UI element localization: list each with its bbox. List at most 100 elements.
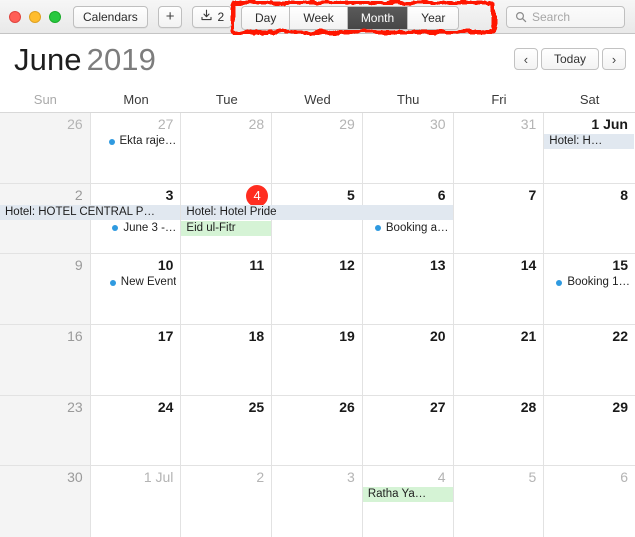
event-title: Eid ul-Fitr <box>186 221 236 234</box>
calendar-event[interactable]: Booking 1… <box>544 275 634 290</box>
day-number: 18 <box>248 327 265 344</box>
inbox-button[interactable]: 2 <box>192 5 233 28</box>
calendars-button-label: Calendars <box>83 9 138 24</box>
day-cell[interactable]: 13 <box>362 254 454 325</box>
view-tab-month[interactable]: Month <box>347 7 409 29</box>
day-number: 4 <box>246 184 269 207</box>
calendar-event[interactable]: Hotel: H… <box>544 134 634 149</box>
weekday-header-wed: Wed <box>304 91 331 107</box>
minimize-button[interactable] <box>29 10 41 23</box>
day-cell[interactable]: 24 <box>90 395 182 467</box>
window-controls <box>0 10 61 23</box>
search-input[interactable]: Search <box>506 6 625 28</box>
calendar-event[interactable]: Eid ul-Fitr <box>181 220 272 236</box>
weekday-header-tue: Tue <box>215 91 238 107</box>
day-cell[interactable]: 28 <box>181 113 273 184</box>
download-tray-icon <box>200 9 213 25</box>
event-dot-icon <box>374 225 381 232</box>
calendar-event[interactable]: Hotel: Hotel Pride <box>181 204 453 220</box>
day-cell[interactable]: 28 <box>453 395 545 467</box>
day-number: 8 <box>620 186 628 203</box>
event-title: Hotel: H… <box>549 135 603 147</box>
day-number: 4 <box>437 469 446 486</box>
day-number: 30 <box>67 469 83 486</box>
day-cell[interactable]: 26 <box>272 395 363 467</box>
day-cell[interactable]: 18 <box>181 324 273 396</box>
day-cell[interactable]: 19 <box>272 324 363 396</box>
day-cell[interactable]: 8 <box>544 183 635 255</box>
close-button[interactable] <box>9 10 21 23</box>
day-number: 5 <box>528 469 537 486</box>
weekday-header-sun: Sun <box>33 91 57 107</box>
day-cell[interactable]: 12 <box>272 254 363 325</box>
add-event-button[interactable]: + <box>157 5 183 28</box>
calendar-event[interactable]: Ratha Ya… <box>362 487 453 503</box>
day-number: 7 <box>528 186 537 203</box>
previous-month-button[interactable]: ‹ <box>513 48 538 70</box>
day-cell[interactable]: 17 <box>90 324 182 396</box>
plus-icon: + <box>165 8 175 25</box>
calendars-button[interactable]: Calendars <box>73 5 148 28</box>
day-cell[interactable]: 20 <box>362 324 454 396</box>
day-cell[interactable]: 23 <box>0 395 91 467</box>
view-tab-year[interactable]: Year <box>408 7 459 29</box>
day-number: 9 <box>74 257 83 274</box>
day-number: 14 <box>520 257 537 274</box>
today-button-label: Today <box>553 52 586 66</box>
view-switcher[interactable]: Day Week Month Year <box>241 6 460 30</box>
day-number: 30 <box>429 116 446 132</box>
day-number: 11 <box>249 257 265 274</box>
day-cell[interactable]: 6 <box>544 466 635 537</box>
view-tab-week[interactable]: Week <box>290 7 348 29</box>
event-dot-icon <box>108 138 115 145</box>
day-cell[interactable]: 2 <box>181 466 273 537</box>
day-cell[interactable]: 5 <box>453 466 545 537</box>
day-cell[interactable]: 21 <box>453 324 545 396</box>
calendar-event[interactable]: Ekta raje… <box>91 134 181 149</box>
event-title: Ekta raje… <box>119 135 177 147</box>
day-cell[interactable]: 29 <box>272 113 363 184</box>
window-toolbar: Calendars + 2 Day Week Month Year Search <box>0 0 635 34</box>
month-grid: 26 27 28 29 30 31 1 Jun 2 3 4 5 6 7 8 9 10 11 12 13 14 15 16 1… <box>0 113 635 537</box>
calendar-event[interactable]: June 3 -… <box>91 221 181 236</box>
page-title: June 2019 <box>14 42 156 78</box>
day-number: 15 <box>612 257 628 274</box>
day-number: 29 <box>612 398 628 415</box>
event-title: Booking 1… <box>567 276 630 289</box>
day-cell[interactable]: 29 <box>544 395 635 467</box>
day-number: 26 <box>67 116 83 132</box>
next-month-button[interactable]: › <box>602 48 626 70</box>
day-cell[interactable]: 27 <box>362 395 454 467</box>
day-number: 6 <box>620 469 628 486</box>
day-number: 1 Jul <box>143 469 174 486</box>
day-cell[interactable]: 31 <box>453 113 545 184</box>
day-cell[interactable]: 9 <box>0 254 91 325</box>
event-dot-icon <box>556 279 563 286</box>
day-cell[interactable]: 3 <box>272 466 363 537</box>
day-number: 25 <box>248 398 265 415</box>
calendar-event[interactable]: New Event <box>91 275 181 290</box>
day-cell[interactable]: 25 <box>181 395 273 467</box>
weekday-header: Sun Mon Tue Wed Thu Fri Sat <box>0 86 635 113</box>
day-number: 5 <box>347 186 355 203</box>
today-button[interactable]: Today <box>540 48 599 70</box>
calendar-window: Calendars + 2 Day Week Month Year Search… <box>0 0 635 537</box>
search-placeholder: Search <box>532 10 571 24</box>
day-cell[interactable]: 30 <box>362 113 454 184</box>
calendar-header: June 2019 ‹ Today › <box>0 34 635 86</box>
day-cell[interactable]: 26 <box>0 113 91 184</box>
day-cell[interactable]: 14 <box>453 254 545 325</box>
day-cell[interactable]: 30 <box>0 466 91 537</box>
event-title: June 3 -… <box>123 221 177 234</box>
day-number: 3 <box>347 469 355 486</box>
calendar-event[interactable]: Booking a… <box>363 221 453 236</box>
day-cell[interactable]: 1 Jul <box>90 466 182 537</box>
day-cell[interactable]: 11 <box>181 254 273 325</box>
day-cell[interactable]: 16 <box>0 324 91 396</box>
calendar-event[interactable]: Hotel: HOTEL CENTRAL P… <box>0 204 181 220</box>
day-number: 2 <box>256 469 265 486</box>
day-cell[interactable]: 7 <box>453 183 545 255</box>
day-cell[interactable]: 22 <box>544 324 635 396</box>
zoom-button[interactable] <box>49 10 61 23</box>
view-tab-day[interactable]: Day <box>242 7 291 29</box>
